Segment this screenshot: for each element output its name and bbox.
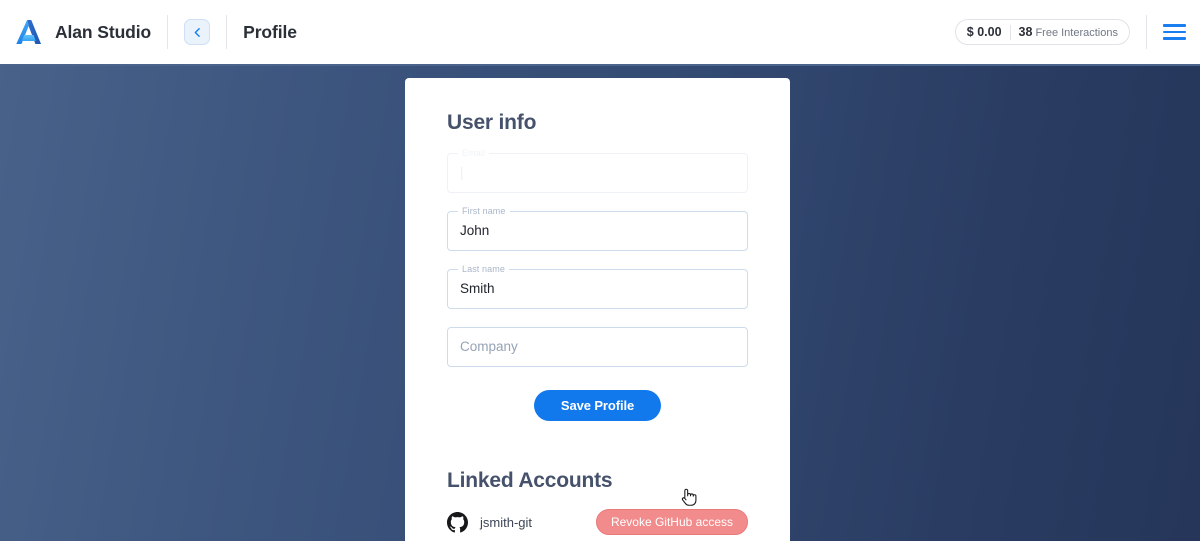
page-title: Profile [243, 21, 297, 42]
brand-logo-group[interactable]: Alan Studio [0, 17, 151, 47]
hamburger-line [1163, 24, 1186, 27]
hamburger-line [1163, 30, 1186, 34]
top-navigation-bar: Alan Studio Profile $ 0.00 38 Free Intera… [0, 0, 1200, 66]
credits-pill[interactable]: $ 0.00 38 Free Interactions [954, 19, 1130, 45]
user-info-title: User info [447, 111, 537, 134]
pill-divider [1009, 24, 1011, 40]
divider [167, 15, 169, 49]
linked-accounts-title: Linked Accounts [447, 469, 613, 492]
email-field[interactable]: Email | [447, 148, 748, 193]
back-button[interactable] [184, 19, 211, 45]
last-name-field-value: Smith [460, 281, 495, 296]
save-profile-button[interactable]: Save Profile [533, 390, 662, 421]
profile-card: User info Email | First name John Last n… [405, 78, 790, 541]
chevron-left-icon [194, 27, 200, 37]
save-button-row: Save Profile [447, 390, 748, 421]
company-field[interactable]: Company [447, 327, 748, 367]
field-outline [447, 211, 748, 251]
linked-accounts-section: Linked Accounts jsmith-git Revoke GitHub… [447, 469, 748, 535]
first-name-field[interactable]: First name John [447, 206, 748, 251]
credit-count: 38 [1018, 25, 1033, 39]
divider [1146, 15, 1147, 49]
alan-logo-icon [16, 20, 41, 44]
app-root: Alan Studio Profile $ 0.00 38 Free Intera… [0, 0, 1200, 541]
credit-label: Free Interactions [1035, 27, 1118, 39]
company-field-placeholder: Company [460, 339, 518, 354]
first-name-field-value: John [460, 223, 490, 238]
topbar-right-group: $ 0.00 38 Free Interactions [954, 15, 1200, 49]
hamburger-menu-icon[interactable] [1163, 20, 1186, 44]
last-name-field[interactable]: Last name Smith [447, 264, 748, 309]
brand-name-label: Alan Studio [55, 21, 152, 42]
hamburger-line [1163, 37, 1186, 40]
linked-account-username: jsmith-git [480, 514, 533, 530]
user-info-section: User info Email | First name John Last n… [447, 78, 748, 421]
github-icon [447, 511, 468, 532]
field-outline [447, 153, 748, 193]
revoke-github-access-button[interactable]: Revoke GitHub access [595, 509, 748, 535]
email-field-value: | [460, 165, 464, 180]
divider [226, 15, 228, 49]
linked-account-row: jsmith-git Revoke GitHub access [447, 509, 748, 535]
credit-count-group: 38 Free Interactions [1019, 23, 1118, 41]
credit-amount: $ 0.00 [966, 25, 1002, 39]
